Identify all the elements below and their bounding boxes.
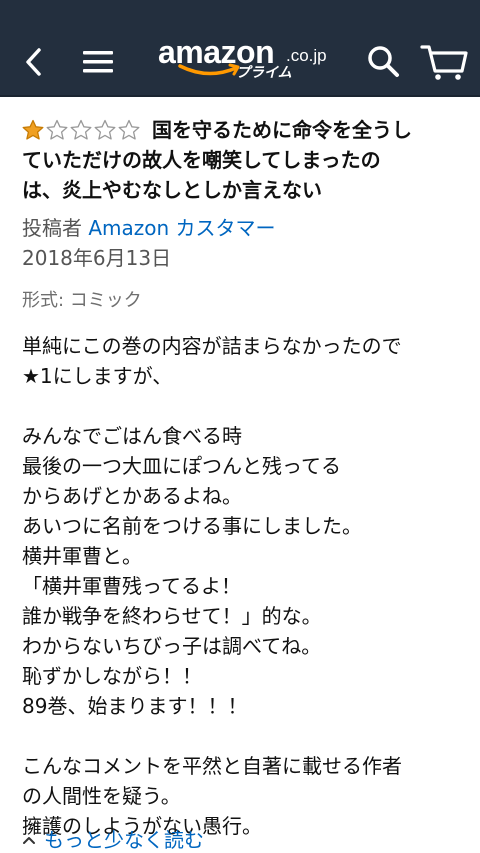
review-title-line: は、炎上やむなしとしか言えない: [22, 178, 322, 202]
cart-button[interactable]: [418, 38, 470, 84]
review-date: 2018年6月13日: [22, 246, 172, 270]
app-header: amazon .co.jp プライム: [0, 0, 480, 97]
review-body-line: 最後の一つ大皿にぽつんと残ってる: [22, 454, 341, 478]
review-body-line: わからないちびっ子は調べてね。: [22, 634, 322, 658]
review-title-line: 国を守るために命令を全うし: [152, 118, 412, 142]
hamburger-menu-icon: [83, 51, 113, 73]
review-title: 国を守るために命令を全うし: [142, 115, 412, 145]
review-body-line: 誰か戦争を終わらせて！」的な。: [22, 604, 322, 628]
star-empty-icon: [94, 119, 116, 140]
author-prefix: 投稿者: [22, 216, 82, 240]
review-header: 国を守るために命令を全うし: [22, 115, 462, 145]
review-body-line: 横井軍曹と。: [22, 544, 142, 568]
star-rating: [22, 119, 142, 141]
review-body: 単純にこの巻の内容が詰まらなかったので ★1にしますが、みんなでごはん食べる時最後…: [22, 331, 462, 841]
review-body-line: の人間性を疑う。: [22, 784, 181, 808]
review-title-continued: ていただけの故人を嘲笑してしまったの は、炎上やむなしとしか言えない: [22, 145, 462, 205]
author-row: 投稿者 Amazon カスタマー: [22, 213, 462, 243]
search-icon: [368, 46, 399, 77]
cart-icon: [420, 45, 468, 80]
author-name-link[interactable]: Amazon カスタマー: [88, 216, 275, 240]
review-body-line: あいつに名前をつける事にしました。: [22, 514, 362, 538]
review-body-line: ★1にしますが、: [22, 364, 173, 388]
review-card: 国を守るために命令を全うし ていただけの故人を嘲笑してしまったの は、炎上やむな…: [22, 115, 462, 841]
read-less-link[interactable]: もっと少なく読む: [22, 827, 204, 853]
star-empty-icon: [70, 119, 92, 140]
review-body-line: [22, 721, 462, 751]
review-format: 形式: コミック: [22, 290, 142, 311]
review-body-line: 恥ずかしながら！！: [22, 664, 202, 688]
review-body-line: 89巻、始まります！！！: [22, 694, 248, 718]
review-body-line: 単純にこの巻の内容が詰まらなかったので: [22, 334, 402, 358]
star-empty-icon: [46, 119, 68, 140]
logo-prime-label: プライム: [236, 65, 292, 81]
review-body-line: 「横井軍曹残ってるよ！: [22, 574, 241, 598]
amazon-logo[interactable]: amazon .co.jp プライム: [158, 34, 338, 84]
search-button[interactable]: [362, 40, 404, 82]
star-filled-icon: [22, 119, 44, 140]
logo-domain: .co.jp: [286, 46, 327, 65]
read-less-label: もっと少なく読む: [44, 828, 204, 852]
chevron-up-icon: [23, 837, 35, 844]
review-body-line: みんなでごはん食べる時: [22, 424, 242, 448]
back-arrow-icon: [26, 48, 41, 76]
review-body-line: [22, 391, 462, 421]
logo-smile-icon: [178, 63, 240, 76]
review-title-line: ていただけの故人を嘲笑してしまったの: [22, 148, 381, 172]
back-button[interactable]: [14, 42, 54, 82]
review-body-line: からあげとかあるよね。: [22, 484, 242, 508]
review-body-line: こんなコメントを平然と自著に載せる作者: [22, 754, 402, 778]
menu-button[interactable]: [78, 42, 118, 82]
star-empty-icon: [118, 119, 140, 140]
